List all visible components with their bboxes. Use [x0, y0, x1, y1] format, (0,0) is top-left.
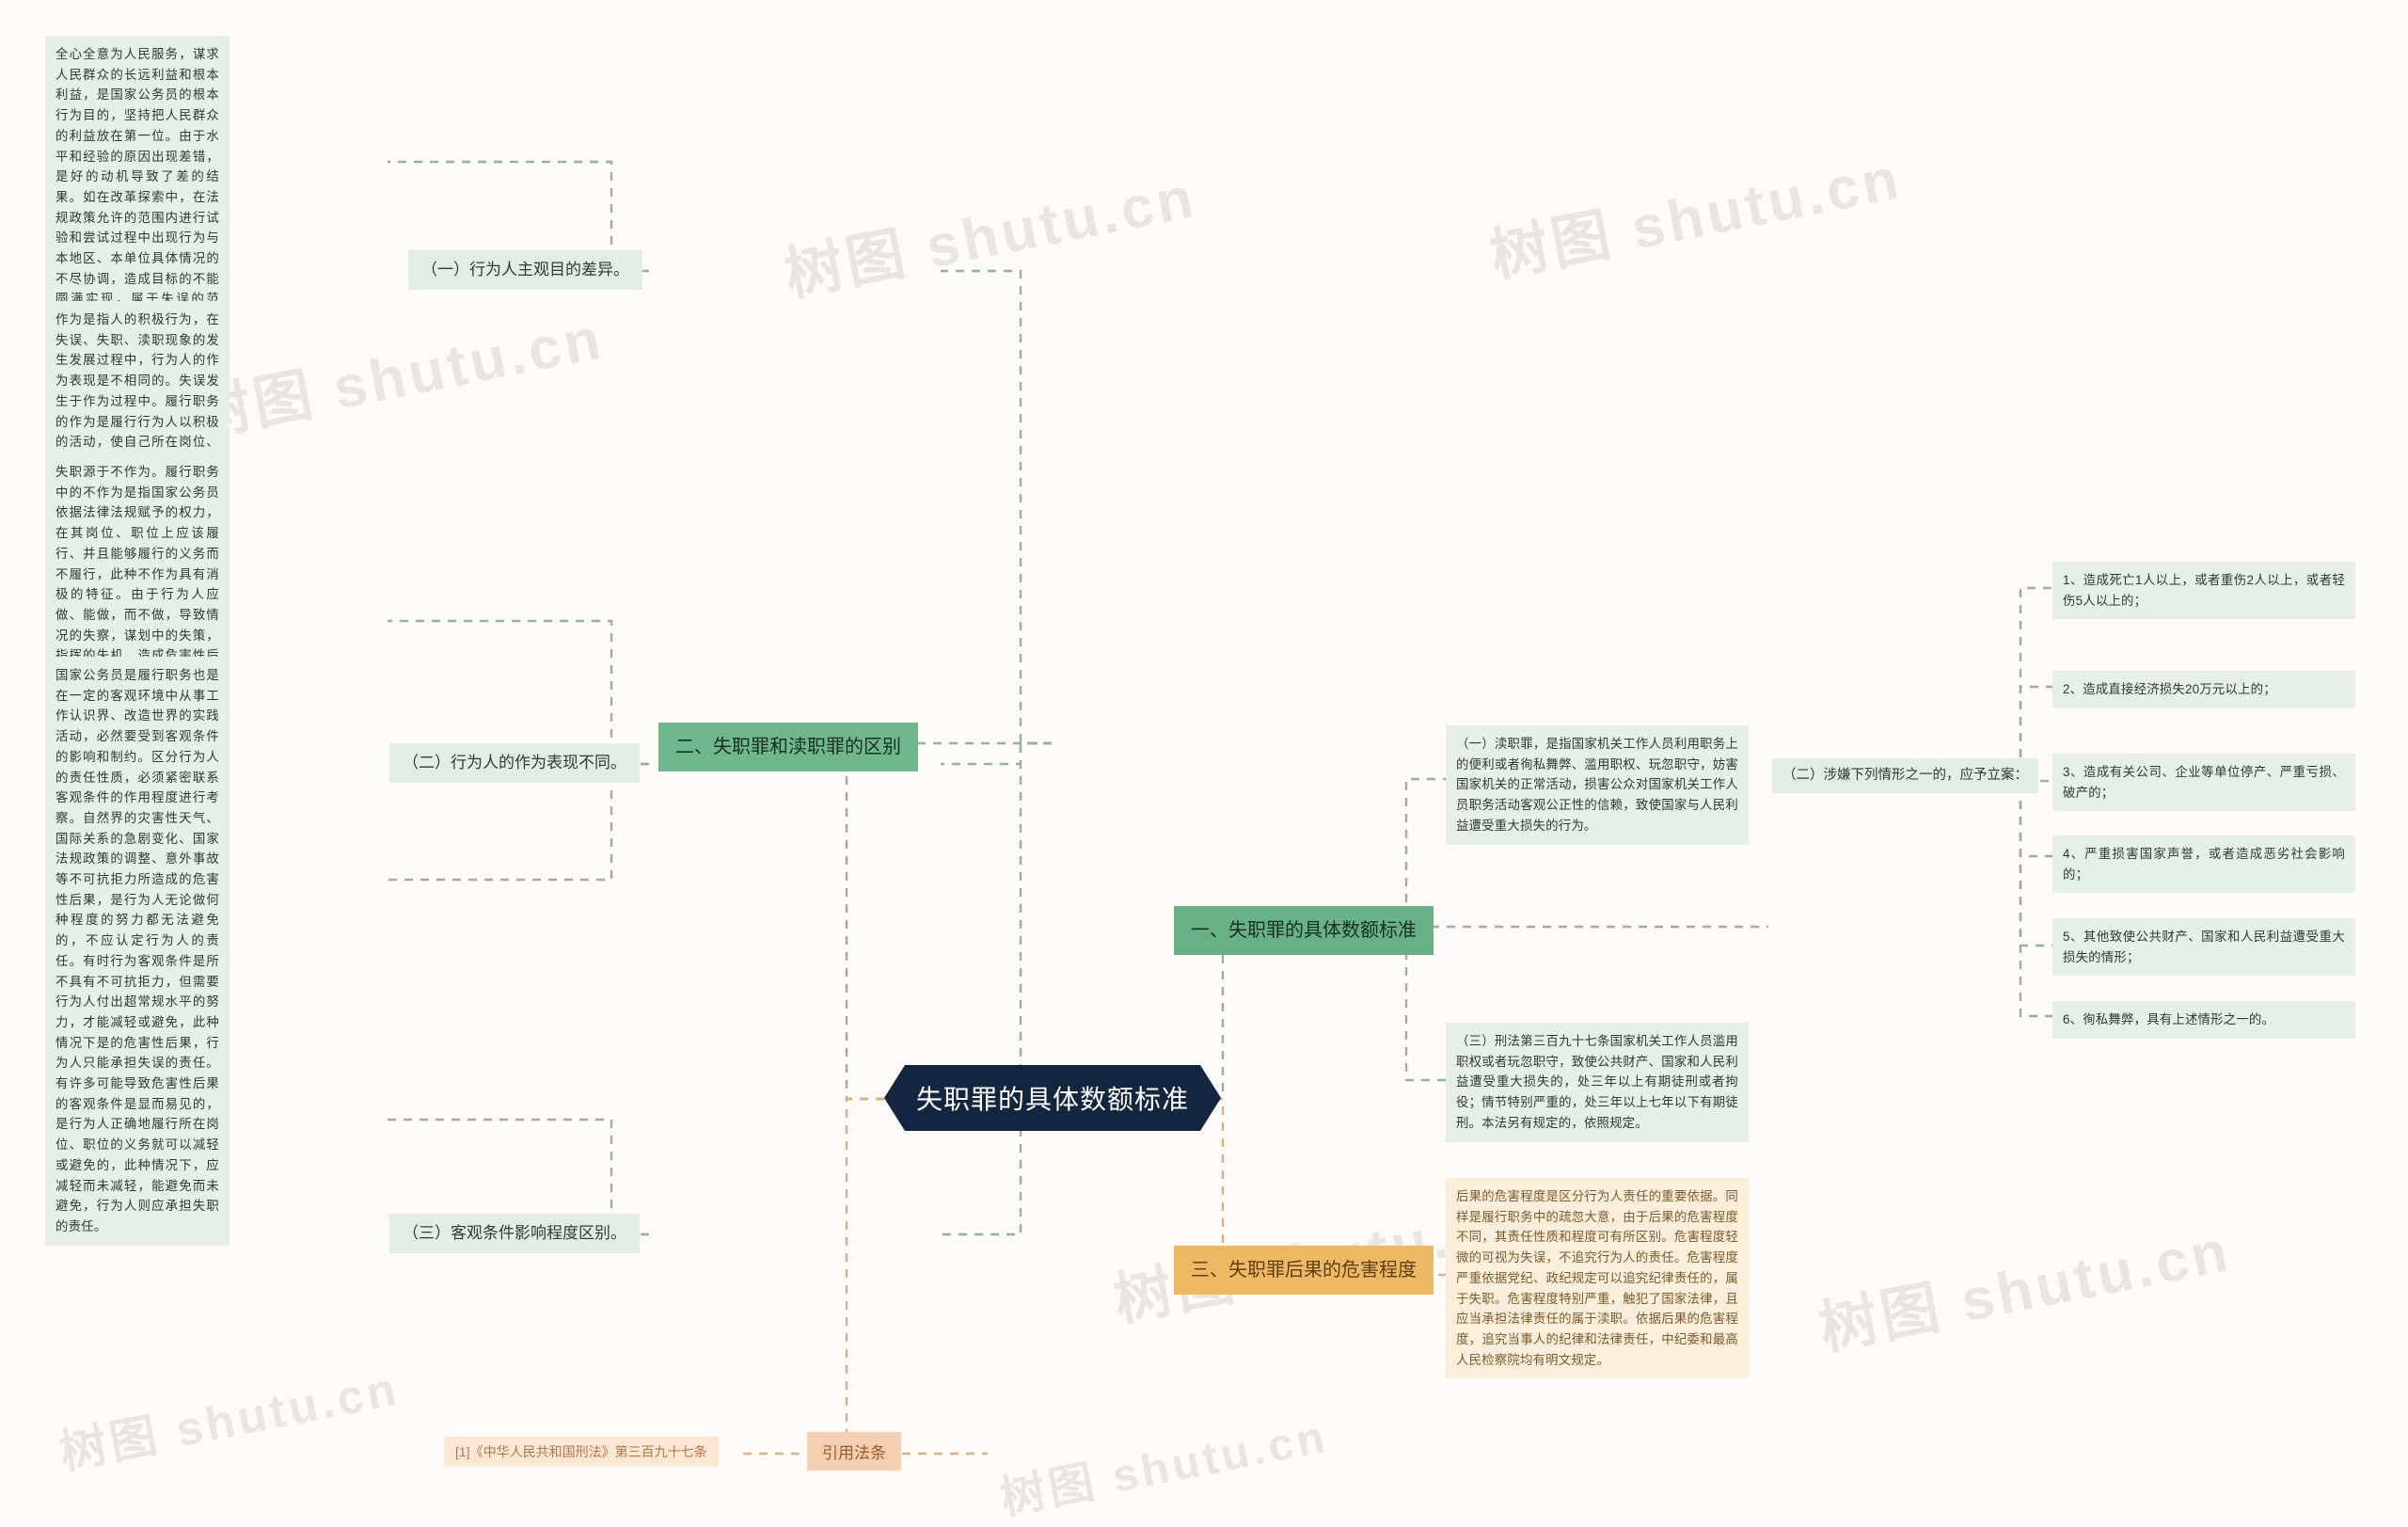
sub-node-1-2[interactable]: （二）涉嫌下列情形之一的，应予立案：	[1772, 758, 2038, 794]
sub-node-2-2[interactable]: （二）行为人的作为表现不同。	[389, 743, 640, 783]
branch-node-3[interactable]: 三、失职罪后果的危害程度	[1174, 1246, 1434, 1296]
watermark: 树图 shutu.cn	[1484, 146, 1908, 290]
watermark: 树图 shutu.cn	[779, 165, 1202, 309]
branch-node-2[interactable]: 二、失职罪和渎职罪的区别	[658, 723, 918, 772]
citation-text[interactable]: [1]《中华人民共和国刑法》第三百九十七条	[444, 1437, 719, 1467]
case-item[interactable]: 6、徇私舞弊，具有上述情形之一的。	[2052, 1001, 2355, 1039]
case-item[interactable]: 2、造成直接经济损失20万元以上的；	[2052, 671, 2355, 708]
watermark: 树图 shutu.cn	[1814, 1218, 2237, 1362]
case-item[interactable]: 5、其他致使公共财产、国家和人民利益遭受重大损失的情形；	[2052, 918, 2355, 977]
leaf-paragraph-4[interactable]: 国家公务员是履行职务也是在一定的客观环境中从事工作认识界、改造世界的实践活动，必…	[45, 657, 230, 1246]
case-item[interactable]: 1、造成死亡1人以上，或者重伤2人以上，或者轻伤5人以上的；	[2052, 562, 2355, 620]
sub-node-1-1[interactable]: （一）渎职罪，是指国家机关工作人员利用职务上的便利或者徇私舞弊、滥用职权、玩忽职…	[1446, 725, 1749, 845]
sub-node-1-3[interactable]: （三）刑法第三百九十七条国家机关工作人员滥用职权或者玩忽职守，致使公共财产、国家…	[1446, 1023, 1749, 1142]
case-item[interactable]: 3、造成有关公司、企业等单位停产、严重亏损、破产的；	[2052, 754, 2355, 812]
leaf-paragraph-harm-degree[interactable]: 后果的危害程度是区分行为人责任的重要依据。同样是履行职务中的疏忽大意，由于后果的…	[1446, 1178, 1749, 1379]
branch-node-1[interactable]: 一、失职罪的具体数额标准	[1174, 906, 1434, 956]
mindmap-canvas: 树图 shutu.cn 树图 shutu.cn 树图 shutu.cn 树图 s…	[0, 0, 2408, 1524]
watermark: 树图 shutu.cn	[55, 1361, 404, 1480]
root-node[interactable]: 失职罪的具体数额标准	[884, 1065, 1221, 1131]
watermark: 树图 shutu.cn	[186, 306, 610, 450]
citation-chip[interactable]: 引用法条	[807, 1432, 901, 1471]
sub-node-2-3[interactable]: （三）客观条件影响程度区别。	[389, 1214, 640, 1253]
sub-node-2-1[interactable]: （一）行为人主观目的差异。	[408, 250, 642, 290]
case-item[interactable]: 4、严重损害国家声誉，或者造成恶劣社会影响的；	[2052, 835, 2355, 894]
watermark: 树图 shutu.cn	[996, 1411, 1333, 1525]
